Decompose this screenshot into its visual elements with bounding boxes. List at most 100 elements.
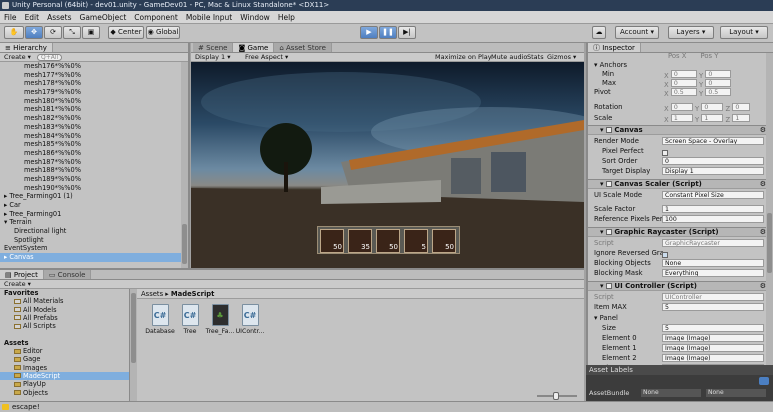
hierarchy-item[interactable]: mesh184*%%0%	[0, 132, 183, 141]
target-display-dropdown[interactable]: Display 1	[662, 167, 764, 175]
tab-game[interactable]: ◙ Game	[233, 43, 275, 52]
menu-edit[interactable]: Edit	[21, 11, 44, 24]
hierarchy-item[interactable]: Directional light	[0, 227, 183, 236]
play-button[interactable]: ▶	[360, 26, 378, 39]
menu-window[interactable]: Window	[236, 11, 274, 24]
pivot-y-field[interactable]: 0.5	[705, 88, 732, 96]
hierarchy-item[interactable]: mesh182*%%0%	[0, 114, 183, 123]
pixel-perfect-checkbox[interactable]	[662, 148, 668, 157]
gizmos-dropdown[interactable]: Gizmos ▾	[547, 53, 576, 61]
menu-help[interactable]: Help	[274, 11, 299, 24]
canvas-component-header[interactable]: ▾ Canvas ⚙	[588, 125, 768, 135]
hierarchy-item[interactable]: mesh190*%%0%	[0, 184, 183, 193]
hierarchy-item[interactable]: mesh188*%%0%	[0, 166, 183, 175]
tree-folder[interactable]: Images	[0, 364, 129, 372]
tab-project[interactable]: ▤ Project	[0, 270, 44, 279]
canvas-scaler-checkbox[interactable]	[605, 181, 612, 187]
render-mode-dropdown[interactable]: Screen Space - Overlay	[662, 137, 764, 145]
inventory-slot[interactable]: 5	[404, 229, 428, 253]
min-x-field[interactable]: 0	[670, 70, 697, 78]
hierarchy-item[interactable]: mesh187*%%0%	[0, 158, 183, 167]
blocking-mask-dropdown[interactable]: Everything	[662, 269, 764, 277]
canvas-scaler-header[interactable]: ▾ Canvas Scaler (Script) ⚙	[588, 179, 768, 189]
project-tree-scrollbar[interactable]	[130, 289, 137, 403]
tree-folder[interactable]: Gage	[0, 355, 129, 363]
tree-section-header[interactable]: Assets	[0, 339, 129, 347]
ui-controller-checkbox[interactable]	[605, 283, 612, 289]
asset-item[interactable]: C# UIContr...	[235, 304, 265, 335]
min-y-field[interactable]: 0	[705, 70, 732, 78]
tab-asset-store[interactable]: ⌂ Asset Store	[274, 43, 332, 52]
hierarchy-item[interactable]: mesh176*%%0%	[0, 62, 183, 71]
inventory-slot[interactable]: 35	[348, 229, 372, 253]
sort-order-field[interactable]: 0	[662, 157, 764, 165]
size-field[interactable]: 5	[662, 324, 764, 332]
hierarchy-item[interactable]: mesh180*%%0%	[0, 97, 183, 106]
breadcrumb-madescript[interactable]: MadeScript	[171, 290, 215, 298]
slider-handle[interactable]	[553, 392, 559, 400]
hierarchy-item[interactable]: mesh189*%%0%	[0, 175, 183, 184]
favorite-item[interactable]: All Models	[0, 306, 129, 314]
hierarchy-item[interactable]: EventSystem	[0, 244, 183, 253]
tree-folder[interactable]: Editor	[0, 347, 129, 355]
step-button[interactable]: ▶|	[398, 26, 416, 39]
move-tool-icon[interactable]: ✥	[25, 26, 43, 39]
layout-dropdown[interactable]: Layout ▾	[720, 26, 768, 39]
account-dropdown[interactable]: Account ▾	[615, 26, 659, 39]
pause-button[interactable]: ❚❚	[379, 26, 397, 39]
inventory-slot[interactable]: 50	[376, 229, 400, 253]
scale-z-field[interactable]: 1	[732, 114, 751, 122]
display-dropdown[interactable]: Display 1 ▾	[195, 53, 231, 61]
tab-console[interactable]: ▭ Console	[43, 270, 92, 279]
global-button[interactable]: ◉ Global	[146, 26, 180, 39]
element-image-field[interactable]: Image (Image)	[662, 334, 764, 342]
element-image-field[interactable]: Image (Image)	[662, 354, 764, 362]
hierarchy-create-button[interactable]: Create ▾	[0, 53, 35, 61]
hierarchy-item[interactable]: mesh179*%%0%	[0, 88, 183, 97]
scrollbar-thumb[interactable]	[182, 224, 187, 264]
ref-ppu-field[interactable]: 100	[662, 215, 764, 223]
aspect-dropdown[interactable]: Free Aspect ▾	[245, 53, 288, 61]
tab-inspector[interactable]: ⓘ Inspector	[588, 43, 641, 52]
rot-y-field[interactable]: 0	[701, 103, 724, 111]
hierarchy-item[interactable]: ▸ Tree_Farming01	[0, 210, 183, 219]
tree-folder[interactable]: MadeScript	[0, 371, 129, 381]
ui-controller-header[interactable]: ▾ UI Controller (Script) ⚙	[588, 281, 768, 291]
raycaster-checkbox[interactable]	[605, 229, 612, 235]
asset-item[interactable]: ♣ Tree_Fa...	[205, 304, 235, 335]
ui-scale-dropdown[interactable]: Constant Pixel Size	[662, 191, 764, 199]
breadcrumb-assets[interactable]: Assets	[141, 290, 163, 298]
icon-size-slider[interactable]	[537, 392, 577, 400]
rot-x-field[interactable]: 0	[670, 103, 693, 111]
canvas-enabled-checkbox[interactable]	[605, 127, 612, 133]
hierarchy-item[interactable]: Spotlight	[0, 236, 183, 245]
rotate-tool-icon[interactable]: ⟳	[44, 26, 62, 39]
favorite-item[interactable]: All Scripts	[0, 322, 129, 330]
menu-mobile-input[interactable]: Mobile Input	[182, 11, 236, 24]
scale-x-field[interactable]: 1	[670, 114, 693, 122]
inventory-slot[interactable]: 50	[320, 229, 344, 253]
max-x-field[interactable]: 0	[670, 79, 697, 87]
hierarchy-item[interactable]: ▸ Car	[0, 201, 183, 210]
scale-factor-field[interactable]: 1	[662, 205, 764, 213]
item-max-field[interactable]: 5	[662, 303, 764, 311]
graphic-raycaster-header[interactable]: ▾ Graphic Raycaster (Script) ⚙	[588, 227, 768, 237]
game-viewport[interactable]: 50 35 50 5 50	[191, 62, 584, 268]
hand-tool-icon[interactable]: ✋	[4, 26, 24, 39]
panel-foldout[interactable]: ▾ Panel	[594, 314, 618, 323]
menu-component[interactable]: Component	[130, 11, 182, 24]
hierarchy-search-input[interactable]: Q+All	[37, 53, 63, 61]
layers-dropdown[interactable]: Layers ▾	[668, 26, 714, 39]
hierarchy-item[interactable]: mesh181*%%0%	[0, 105, 183, 114]
asset-item[interactable]: C# Database	[145, 304, 175, 335]
inventory-slot[interactable]: 50	[432, 229, 456, 253]
ignore-reversed-checkbox[interactable]	[662, 250, 668, 259]
hierarchy-item[interactable]: mesh177*%%0%	[0, 71, 183, 80]
menu-gameobject[interactable]: GameObject	[76, 11, 131, 24]
element-image-field[interactable]: Image (Image)	[662, 344, 764, 352]
tree-folder[interactable]: PlayUp	[0, 380, 129, 388]
hierarchy-scrollbar[interactable]	[181, 62, 188, 268]
pivot-x-field[interactable]: 0.5	[670, 88, 697, 96]
hierarchy-item[interactable]: mesh185*%%0%	[0, 140, 183, 149]
pivot-center-button[interactable]: ◆ Center	[108, 26, 144, 39]
